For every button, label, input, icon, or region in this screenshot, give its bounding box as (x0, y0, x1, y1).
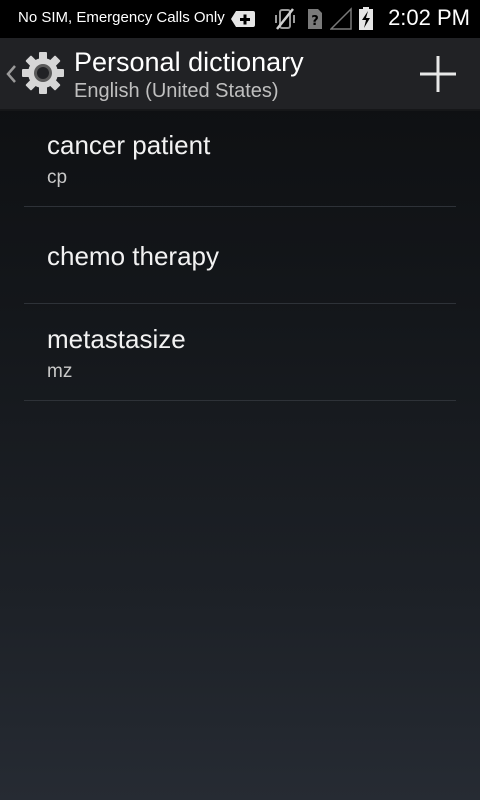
list-item[interactable]: chemo therapy (24, 207, 456, 304)
svg-text:?: ? (311, 14, 319, 29)
vibrate-off-icon (275, 8, 295, 30)
settings-gear-icon[interactable] (20, 50, 66, 96)
action-bar: Personal dictionary English (United Stat… (0, 38, 480, 111)
up-caret-icon[interactable] (5, 62, 17, 86)
entry-word: chemo therapy (47, 241, 219, 271)
page-subtitle: English (United States) (74, 80, 279, 102)
list-item[interactable]: cancer patient cp (24, 110, 456, 207)
entry-word: cancer patient (47, 130, 211, 160)
clock: 2:02 PM (388, 5, 470, 30)
notification-add-icon (231, 11, 255, 27)
page-title: Personal dictionary (74, 47, 304, 77)
dictionary-list: cancer patient cp chemo therapy metastas… (24, 110, 456, 401)
battery-charging-icon (359, 7, 373, 30)
carrier-status: No SIM, Emergency Calls Only (18, 9, 225, 26)
entry-shortcut: mz (47, 361, 73, 382)
plus-icon (420, 56, 456, 92)
signal-icon (330, 7, 352, 30)
add-word-button[interactable] (412, 48, 464, 100)
entry-shortcut: cp (47, 167, 68, 188)
entry-word: metastasize (47, 324, 186, 354)
no-sim-icon: ? (308, 9, 322, 29)
status-bar: No SIM, Emergency Calls Only ? 2:02 PM (0, 0, 480, 38)
list-item[interactable]: metastasize mz (24, 304, 456, 401)
